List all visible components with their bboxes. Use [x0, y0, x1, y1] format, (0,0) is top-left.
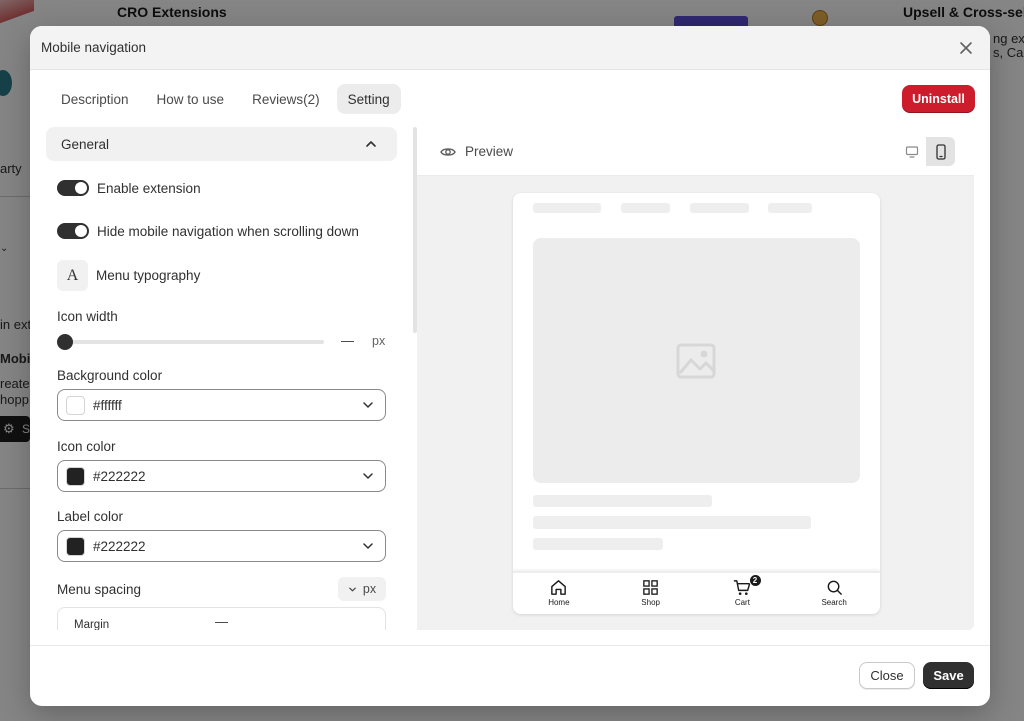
cart-count-badge: 2 [748, 574, 762, 587]
hide-on-scroll-row: Hide mobile navigation when scrolling do… [57, 223, 359, 239]
color-swatch [66, 466, 85, 486]
margin-value: — [215, 614, 228, 629]
footer-divider [30, 645, 990, 646]
hide-on-scroll-toggle[interactable] [57, 223, 89, 239]
typography-icon: A [57, 260, 88, 291]
spacing-unit-select[interactable]: px [338, 577, 386, 601]
image-icon [676, 343, 716, 379]
skeleton-line [768, 203, 812, 213]
mobile-preview-frame: Home Shop 2 Cart Search [513, 193, 880, 614]
chevron-down-icon [363, 473, 373, 479]
enable-extension-label: Enable extension [97, 180, 201, 196]
icon-width-slider-handle[interactable] [57, 334, 73, 350]
nav-label: Home [548, 598, 570, 607]
nav-item-home[interactable]: Home [513, 573, 605, 614]
nav-label: Search [821, 598, 847, 607]
save-button[interactable]: Save [923, 662, 974, 689]
chevron-up-icon[interactable] [364, 137, 378, 151]
enable-extension-row: Enable extension [57, 180, 201, 196]
preview-header: Preview [417, 127, 974, 176]
home-icon [551, 580, 567, 595]
icon-width-slider-track[interactable] [65, 340, 324, 344]
margin-label: Margin [74, 619, 110, 630]
section-title: General [61, 137, 110, 152]
mobile-icon [935, 143, 946, 160]
skeleton-line [533, 538, 663, 550]
modal-title: Mobile navigation [41, 40, 147, 55]
preview-panel: Preview Home Shop 2 Cart Search [417, 127, 974, 630]
chevron-down-icon [349, 587, 356, 591]
device-toggle [897, 137, 955, 166]
nav-label: Cart [734, 598, 750, 607]
tab-setting[interactable]: Setting [336, 84, 401, 114]
label-color-select[interactable]: #222222 [57, 530, 386, 562]
label-color-label: Label color [57, 509, 124, 524]
close-icon[interactable] [956, 38, 976, 58]
icon-width-label: Icon width [57, 309, 118, 324]
chevron-down-icon [363, 402, 373, 408]
skeleton-line [690, 203, 749, 213]
eye-icon [440, 148, 456, 156]
background-color-value: #ffffff [93, 397, 122, 413]
background-color-label: Background color [57, 368, 163, 383]
color-swatch [66, 395, 85, 415]
modal-header: Mobile navigation [30, 26, 990, 70]
nav-item-shop[interactable]: Shop [605, 573, 697, 614]
color-swatch [66, 536, 85, 556]
margin-field[interactable]: Margin — [57, 607, 386, 630]
skeleton-line [533, 203, 601, 213]
skeleton-line [533, 495, 712, 507]
skeleton-line [621, 203, 670, 213]
skeleton-line [533, 516, 811, 529]
close-button[interactable]: Close [859, 662, 915, 689]
icon-color-select[interactable]: #222222 [57, 460, 386, 492]
settings-panel: General Enable extension Hide mobile nav… [46, 127, 398, 630]
chevron-down-icon [363, 543, 373, 549]
menu-typography-row[interactable]: A Menu typography [57, 260, 200, 291]
nav-label: Shop [641, 598, 660, 607]
background-color-select[interactable]: #ffffff [57, 389, 386, 421]
enable-extension-toggle[interactable] [57, 180, 89, 196]
tab-how-to-use[interactable]: How to use [146, 84, 236, 114]
tab-description[interactable]: Description [50, 84, 140, 114]
mobile-bottom-navigation: Home Shop 2 Cart Search [513, 571, 880, 614]
mobile-navigation-modal: Mobile navigation Description How to use… [30, 26, 990, 706]
hide-on-scroll-label: Hide mobile navigation when scrolling do… [97, 223, 359, 239]
grid-icon [643, 580, 658, 595]
desktop-icon [905, 145, 918, 158]
icon-color-label: Icon color [57, 439, 116, 454]
menu-spacing-label: Menu spacing [57, 582, 142, 597]
icon-color-value: #222222 [93, 468, 146, 484]
icon-width-unit: px [372, 334, 386, 348]
tab-reviews[interactable]: Reviews(2) [241, 84, 331, 114]
icon-width-value: — [341, 333, 354, 348]
uninstall-button[interactable]: Uninstall [902, 85, 975, 113]
preview-title: Preview [465, 144, 514, 159]
menu-typography-label: Menu typography [96, 268, 201, 283]
general-section-header[interactable]: General [46, 127, 397, 161]
image-placeholder [533, 238, 860, 483]
search-icon [827, 580, 842, 595]
nav-item-search[interactable]: Search [788, 573, 880, 614]
tab-bar: Description How to use Reviews(2) Settin… [50, 84, 401, 114]
nav-item-cart[interactable]: 2 Cart [697, 573, 789, 614]
spacing-unit-value: px [362, 582, 377, 596]
label-color-value: #222222 [93, 538, 146, 554]
desktop-view-button[interactable] [897, 137, 926, 166]
mobile-view-button[interactable] [926, 137, 955, 166]
